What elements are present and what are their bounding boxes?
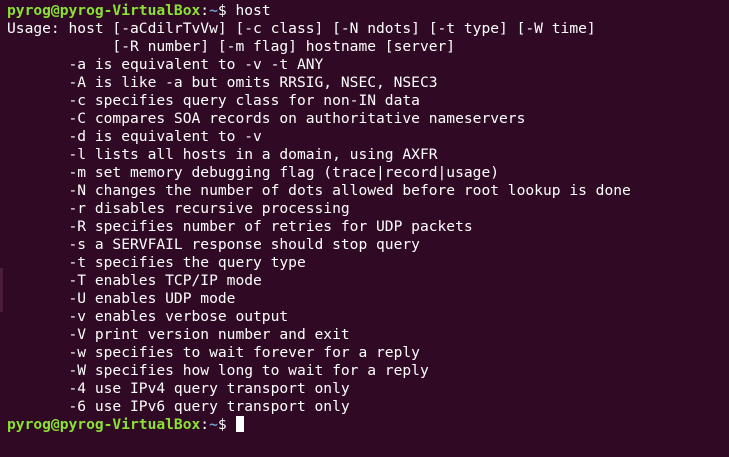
output-line: -U enables UDP mode [7, 290, 236, 307]
prompt-separator: : [200, 2, 210, 19]
output-line: -N changes the number of dots allowed be… [7, 182, 631, 199]
output-line: -T enables TCP/IP mode [7, 272, 262, 289]
output-line: -v enables verbose output [7, 308, 289, 325]
prompt-separator: : [200, 416, 210, 433]
prompt-path: ~ [209, 416, 218, 433]
text-cursor [236, 416, 245, 432]
output-line: -R specifies number of retries for UDP p… [7, 218, 473, 235]
entered-command: host [235, 2, 271, 19]
output-line: -s a SERVFAIL response should stop query [7, 236, 420, 253]
output-line: -a is equivalent to -v -t ANY [7, 56, 324, 73]
output-line: -r disables recursive processing [7, 200, 350, 217]
prompt-user-host: pyrog@pyrog-VirtualBox [7, 2, 201, 19]
output-line: -m set memory debugging flag (trace|reco… [7, 164, 500, 181]
output-line: -w specifies to wait forever for a reply [7, 344, 420, 361]
output-line: -l lists all hosts in a domain, using AX… [7, 146, 438, 163]
output-line: -6 use IPv6 query transport only [7, 398, 350, 415]
prompt-path: ~ [209, 2, 218, 19]
output-line: -W specifies how long to wait for a repl… [7, 362, 429, 379]
prompt-symbol: $ [217, 2, 236, 19]
output-line: Usage: host [-aCdilrTvVw] [-c class] [-N… [7, 20, 596, 37]
output-line: -A is like -a but omits RRSIG, NSEC, NSE… [7, 74, 438, 91]
terminal-window[interactable]: pyrog@pyrog-VirtualBox:~$ host Usage: ho… [0, 0, 729, 457]
command-line: pyrog@pyrog-VirtualBox:~$ host [7, 2, 729, 20]
prompt-user-host: pyrog@pyrog-VirtualBox [7, 416, 201, 433]
output-line: -c specifies query class for non-IN data [7, 92, 420, 109]
output-line: -C compares SOA records on authoritative… [7, 110, 526, 127]
active-prompt-line[interactable]: pyrog@pyrog-VirtualBox:~$ [7, 416, 729, 434]
output-line: -V print version number and exit [7, 326, 350, 343]
output-line: -t specifies the query type [7, 254, 306, 271]
output-line: -4 use IPv4 query transport only [7, 380, 350, 397]
prompt-symbol: $ [217, 416, 236, 433]
output-line: [-R number] [-m flag] hostname [server] [7, 38, 456, 55]
scrollbar-edge[interactable] [0, 268, 3, 312]
output-line: -d is equivalent to -v [7, 128, 262, 145]
command-output: Usage: host [-aCdilrTvVw] [-c class] [-N… [7, 20, 729, 416]
